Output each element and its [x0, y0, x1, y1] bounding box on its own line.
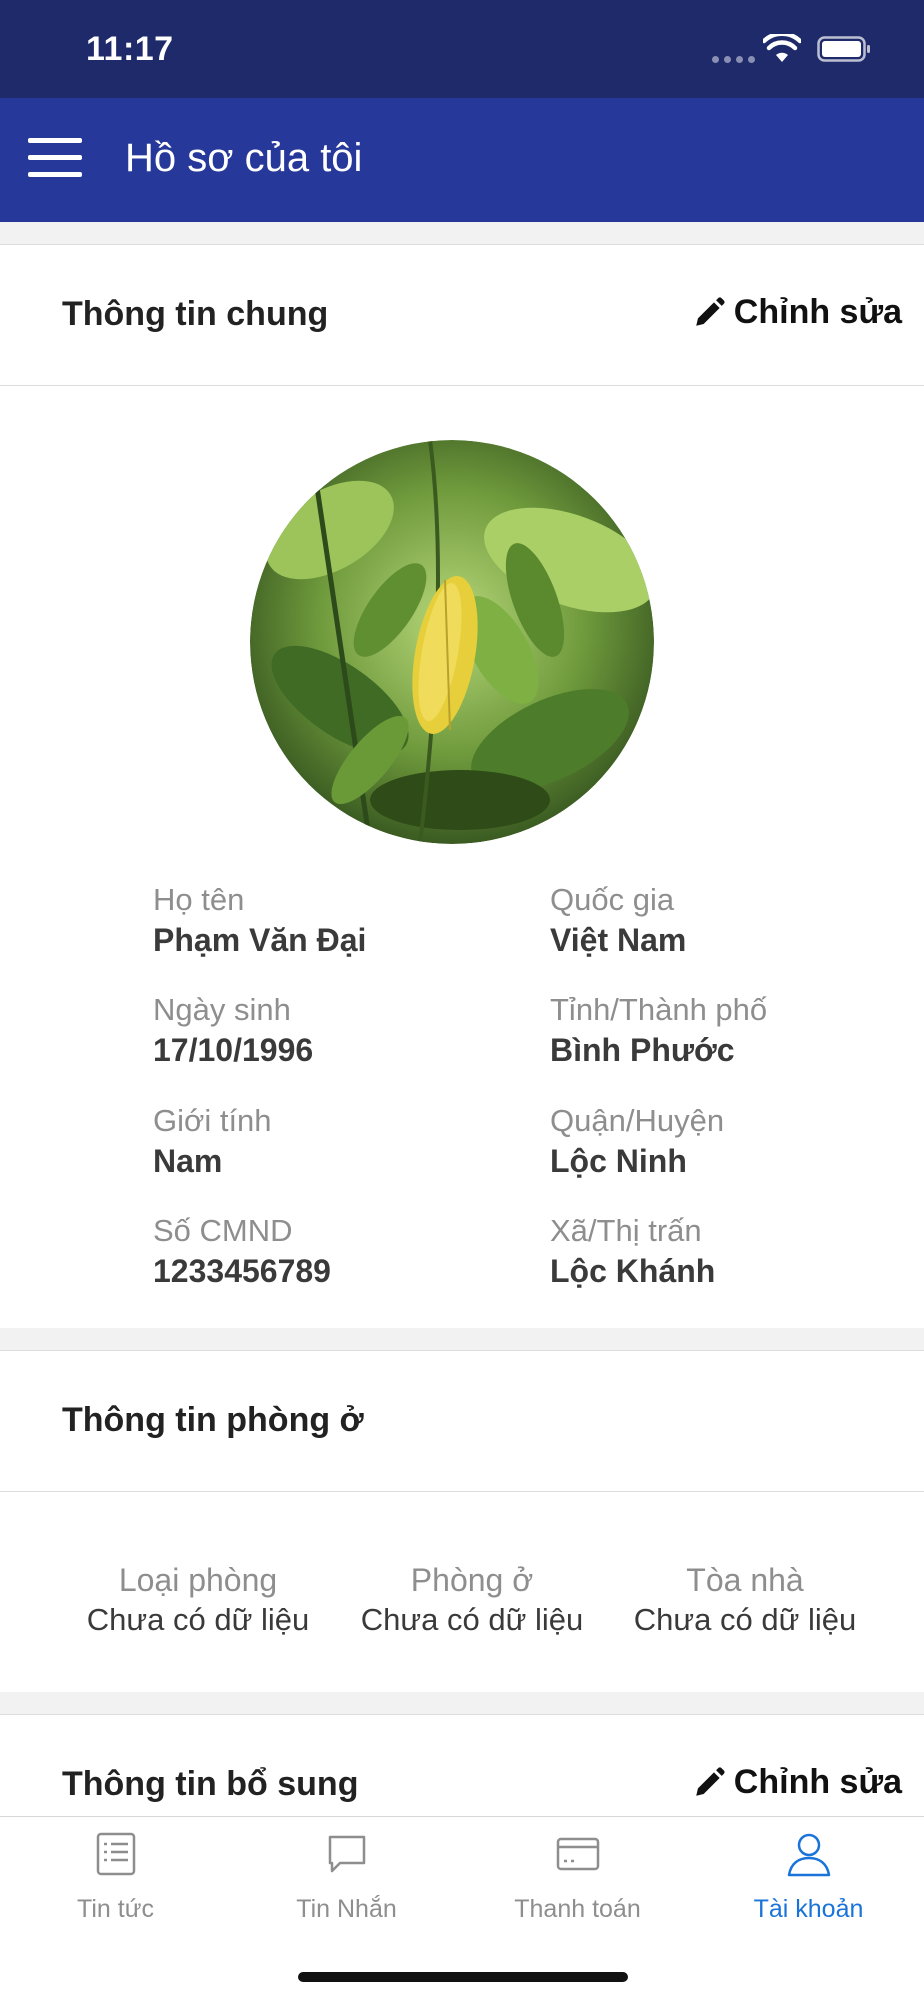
field-value: Nam — [153, 1143, 223, 1179]
room-section-title: Thông tin phòng ở — [62, 1401, 364, 1439]
battery-icon — [817, 36, 870, 62]
edit-extra-label: Chỉnh sửa — [733, 1763, 902, 1801]
tab-label: Tin Nhắn — [296, 1895, 397, 1923]
field-room-type: Loại phòng Chưa có dữ liệu — [58, 1560, 338, 1640]
signal-icon — [712, 56, 755, 63]
field-value: Lộc Khánh — [550, 1253, 716, 1289]
field-gender: Giới tính Nam — [153, 1101, 272, 1181]
field-label: Phòng ở — [410, 1562, 534, 1598]
section-divider — [0, 1328, 924, 1351]
news-icon — [96, 1832, 135, 1876]
field-province: Tỉnh/Thành phố Bình Phước — [550, 990, 767, 1070]
field-label: Họ tên — [153, 882, 245, 917]
field-value: 17/10/1996 — [153, 1032, 314, 1068]
edit-general-button[interactable]: Chỉnh sửa — [692, 293, 902, 332]
field-country: Quốc gia Việt Nam — [550, 880, 686, 960]
section-divider — [0, 222, 924, 245]
pencil-icon — [696, 296, 725, 326]
field-ward: Xã/Thị trấn Lộc Khánh — [550, 1211, 715, 1291]
field-value: Chưa có dữ liệu — [360, 1602, 584, 1637]
general-section-header: Thông tin chung Chỉnh sửa — [0, 245, 924, 386]
room-section-header: Thông tin phòng ở — [0, 1351, 924, 1492]
card-icon — [556, 1837, 599, 1871]
section-divider — [0, 1692, 924, 1715]
chat-icon — [328, 1835, 365, 1873]
edit-extra-button[interactable]: Chỉnh sửa — [692, 1763, 902, 1802]
field-label: Số CMND — [153, 1213, 293, 1248]
field-label: Giới tính — [153, 1103, 272, 1138]
menu-icon[interactable] — [28, 138, 82, 178]
field-label: Loại phòng — [118, 1562, 278, 1598]
wifi-icon — [763, 34, 801, 62]
field-label: Tỉnh/Thành phố — [550, 992, 768, 1027]
avatar[interactable] — [250, 440, 654, 844]
field-full-name: Họ tên Phạm Văn Đại — [153, 880, 366, 960]
general-section-title: Thông tin chung — [62, 295, 329, 333]
field-room: Phòng ở Chưa có dữ liệu — [332, 1560, 612, 1640]
field-value: 1233456789 — [153, 1253, 331, 1289]
field-district: Quận/Huyện Lộc Ninh — [550, 1101, 724, 1181]
field-building: Tòa nhà Chưa có dữ liệu — [605, 1560, 885, 1640]
user-icon — [787, 1833, 830, 1877]
field-value: Chưa có dữ liệu — [633, 1602, 857, 1637]
tab-label: Tài khoản — [753, 1895, 864, 1923]
status-bar: 11:17 — [0, 0, 924, 98]
home-indicator — [298, 1972, 628, 1982]
field-label: Tòa nhà — [686, 1562, 804, 1598]
pencil-icon — [696, 1766, 725, 1796]
tab-news[interactable]: Tin tức — [0, 1817, 231, 1937]
tab-payment[interactable]: Thanh toán — [462, 1817, 693, 1937]
field-label: Ngày sinh — [153, 992, 291, 1027]
edit-general-label: Chỉnh sửa — [733, 293, 902, 331]
field-value: Phạm Văn Đại — [153, 922, 367, 958]
field-value: Việt Nam — [550, 922, 687, 958]
field-value: Lộc Ninh — [550, 1143, 687, 1179]
field-label: Quốc gia — [550, 882, 675, 917]
avatar-photo — [250, 440, 654, 844]
page-title: Hồ sơ của tôi — [125, 136, 363, 180]
field-birthdate: Ngày sinh 17/10/1996 — [153, 990, 313, 1070]
extra-section-title: Thông tin bổ sung — [62, 1765, 359, 1803]
field-label: Quận/Huyện — [550, 1103, 725, 1138]
tab-messages[interactable]: Tin Nhắn — [231, 1817, 462, 1937]
status-time: 11:17 — [86, 30, 174, 68]
tab-label: Tin tức — [77, 1895, 154, 1923]
field-id-number: Số CMND 1233456789 — [153, 1211, 331, 1291]
field-label: Xã/Thị trấn — [550, 1213, 702, 1248]
field-value: Chưa có dữ liệu — [86, 1602, 310, 1637]
field-value: Bình Phước — [550, 1032, 735, 1068]
tab-label: Thanh toán — [514, 1895, 641, 1923]
app-header: Hồ sơ của tôi — [0, 98, 924, 222]
tab-account[interactable]: Tài khoản — [693, 1817, 924, 1937]
